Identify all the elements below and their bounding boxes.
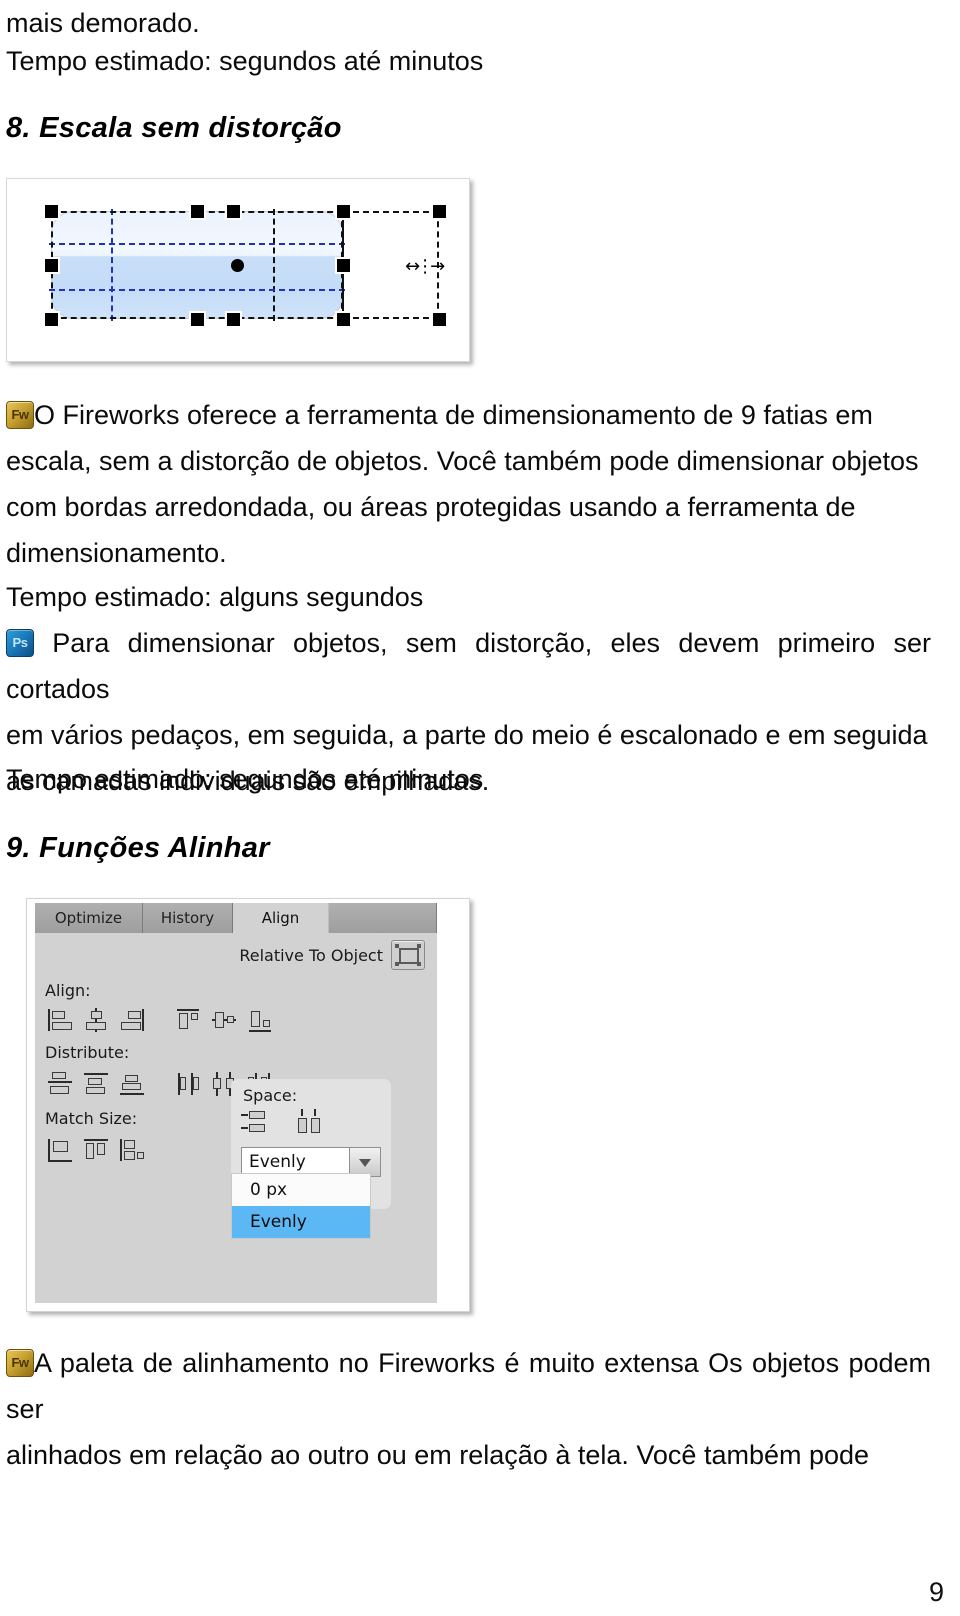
horizontal-resize-cursor-icon: ↔⋮→	[405, 256, 445, 277]
time-1-text: Tempo estimado: alguns segundos	[6, 582, 424, 612]
tab-empty-area	[329, 903, 437, 933]
paragraph-fireworks-2: Fw A paleta de alinhamento no Fireworks é…	[6, 1340, 931, 1478]
align-center-horizontal-icon[interactable]	[83, 1007, 109, 1033]
fw-para2-line1: A paleta de alinhamento no Fireworks é m…	[6, 1348, 931, 1424]
tab-optimize[interactable]: Optimize	[35, 903, 143, 933]
paragraph-time-1: Tempo estimado: alguns segundos	[6, 574, 706, 620]
page-number: 9	[929, 1577, 944, 1608]
tab-align-label: Align	[261, 909, 300, 927]
fireworks-icon: Fw	[6, 401, 34, 429]
tab-history-label: History	[160, 909, 215, 927]
document-page: mais demorado. Tempo estimado: segundos …	[0, 0, 960, 1616]
paragraph-time-2: Tempo estimado: segundos até minutos	[6, 756, 706, 802]
tab-optimize-label: Optimize	[54, 909, 123, 927]
distribute-top-icon[interactable]	[47, 1071, 73, 1097]
distribute-group-label: Distribute:	[45, 1043, 130, 1062]
relative-to-object-row: Relative To Object	[35, 939, 425, 971]
align-right-icon[interactable]	[119, 1007, 145, 1033]
fw-para1-line1: O Fireworks oferece a ferramenta de dime…	[34, 400, 873, 430]
paragraph-intro-line2: Tempo estimado: segundos até minutos	[6, 38, 706, 84]
tab-history[interactable]: History	[143, 903, 233, 933]
align-panel: Optimize History Align Relative To Objec…	[35, 903, 437, 1303]
photoshop-icon: Ps	[6, 629, 34, 657]
dropdown-option-evenly[interactable]: Evenly	[232, 1206, 370, 1238]
figure-9-slice-scaling: ↔⋮→	[6, 178, 470, 362]
fw-para1-line4: dimensionamento.	[6, 538, 227, 568]
resize-handle-n[interactable]	[189, 203, 206, 220]
intro-line1-text: mais demorado.	[6, 8, 200, 38]
distribute-left-icon[interactable]	[175, 1071, 201, 1097]
heading-8: 8. Escala sem distorção	[6, 112, 342, 145]
resize-handle-se[interactable]	[335, 311, 352, 328]
figure-align-panel: Optimize History Align Relative To Objec…	[26, 898, 470, 1312]
heading-9: 9. Funções Alinhar	[6, 832, 270, 865]
match-size-group-label: Match Size:	[45, 1109, 138, 1128]
page-number-text: 9	[928, 1577, 944, 1607]
resize-handle-ext-s[interactable]	[225, 311, 242, 328]
resize-handle-ext-n[interactable]	[225, 203, 242, 220]
selection-bounding-box	[51, 211, 343, 319]
resize-handle-s[interactable]	[189, 311, 206, 328]
fw-para1-line3: com bordas arredondada, ou áreas protegi…	[6, 492, 856, 522]
space-vertical-icon[interactable]	[297, 1109, 323, 1135]
intro-line2-text: Tempo estimado: segundos até minutos	[6, 46, 484, 76]
align-icon-row	[47, 1007, 283, 1033]
align-middle-vertical-icon[interactable]	[211, 1007, 237, 1033]
space-horizontal-icon[interactable]	[241, 1109, 267, 1135]
fw-para1-line2: escala, sem a distorção de objetos. Você…	[6, 446, 919, 476]
space-group-label: Space:	[243, 1086, 298, 1105]
resize-handle-ne[interactable]	[335, 203, 352, 220]
paragraph-fireworks-1: Fw O Fireworks oferece a ferramenta de di…	[6, 392, 931, 576]
space-icon-row	[241, 1109, 333, 1135]
resize-handle-sw[interactable]	[43, 311, 60, 328]
tab-align[interactable]: Align	[233, 903, 329, 933]
distribute-bottom-icon[interactable]	[119, 1071, 145, 1097]
resize-handle-ext-ne[interactable]	[431, 203, 448, 220]
transform-center-point[interactable]	[231, 259, 244, 272]
resize-handle-nw[interactable]	[43, 203, 60, 220]
heading-9-text: 9. Funções Alinhar	[6, 832, 270, 864]
distribute-center-vertical-icon[interactable]	[83, 1071, 109, 1097]
align-group-label: Align:	[45, 981, 91, 1000]
relative-to-object-toggle-icon[interactable]	[391, 940, 425, 970]
resize-handle-e[interactable]	[335, 257, 352, 274]
fw-para2-line2: alinhados em relação ao outro ou em rela…	[6, 1440, 870, 1470]
dropdown-option-0px[interactable]: 0 px	[232, 1174, 370, 1206]
relative-to-object-label: Relative To Object	[239, 945, 383, 965]
panel-tab-row: Optimize History Align	[35, 903, 437, 935]
resize-handle-ext-se[interactable]	[431, 311, 448, 328]
match-both-icon[interactable]	[119, 1137, 145, 1163]
match-width-icon[interactable]	[47, 1137, 73, 1163]
align-left-icon[interactable]	[47, 1007, 73, 1033]
align-top-icon[interactable]	[175, 1007, 201, 1033]
ps-para-line1: Para dimensionar objetos, sem distorção,…	[6, 628, 931, 704]
ps-para-line2: em vários pedaços, em seguida, a parte d…	[6, 720, 928, 750]
fireworks-icon-2: Fw	[6, 1349, 34, 1377]
heading-8-text: 8. Escala sem distorção	[6, 112, 342, 144]
align-bottom-icon[interactable]	[247, 1007, 273, 1033]
resize-handle-w[interactable]	[43, 257, 60, 274]
space-dropdown-list[interactable]: 0 px Evenly	[231, 1173, 371, 1239]
match-size-icon-row	[47, 1137, 155, 1163]
time-2-text: Tempo estimado: segundos até minutos	[6, 764, 484, 794]
match-height-icon[interactable]	[83, 1137, 109, 1163]
